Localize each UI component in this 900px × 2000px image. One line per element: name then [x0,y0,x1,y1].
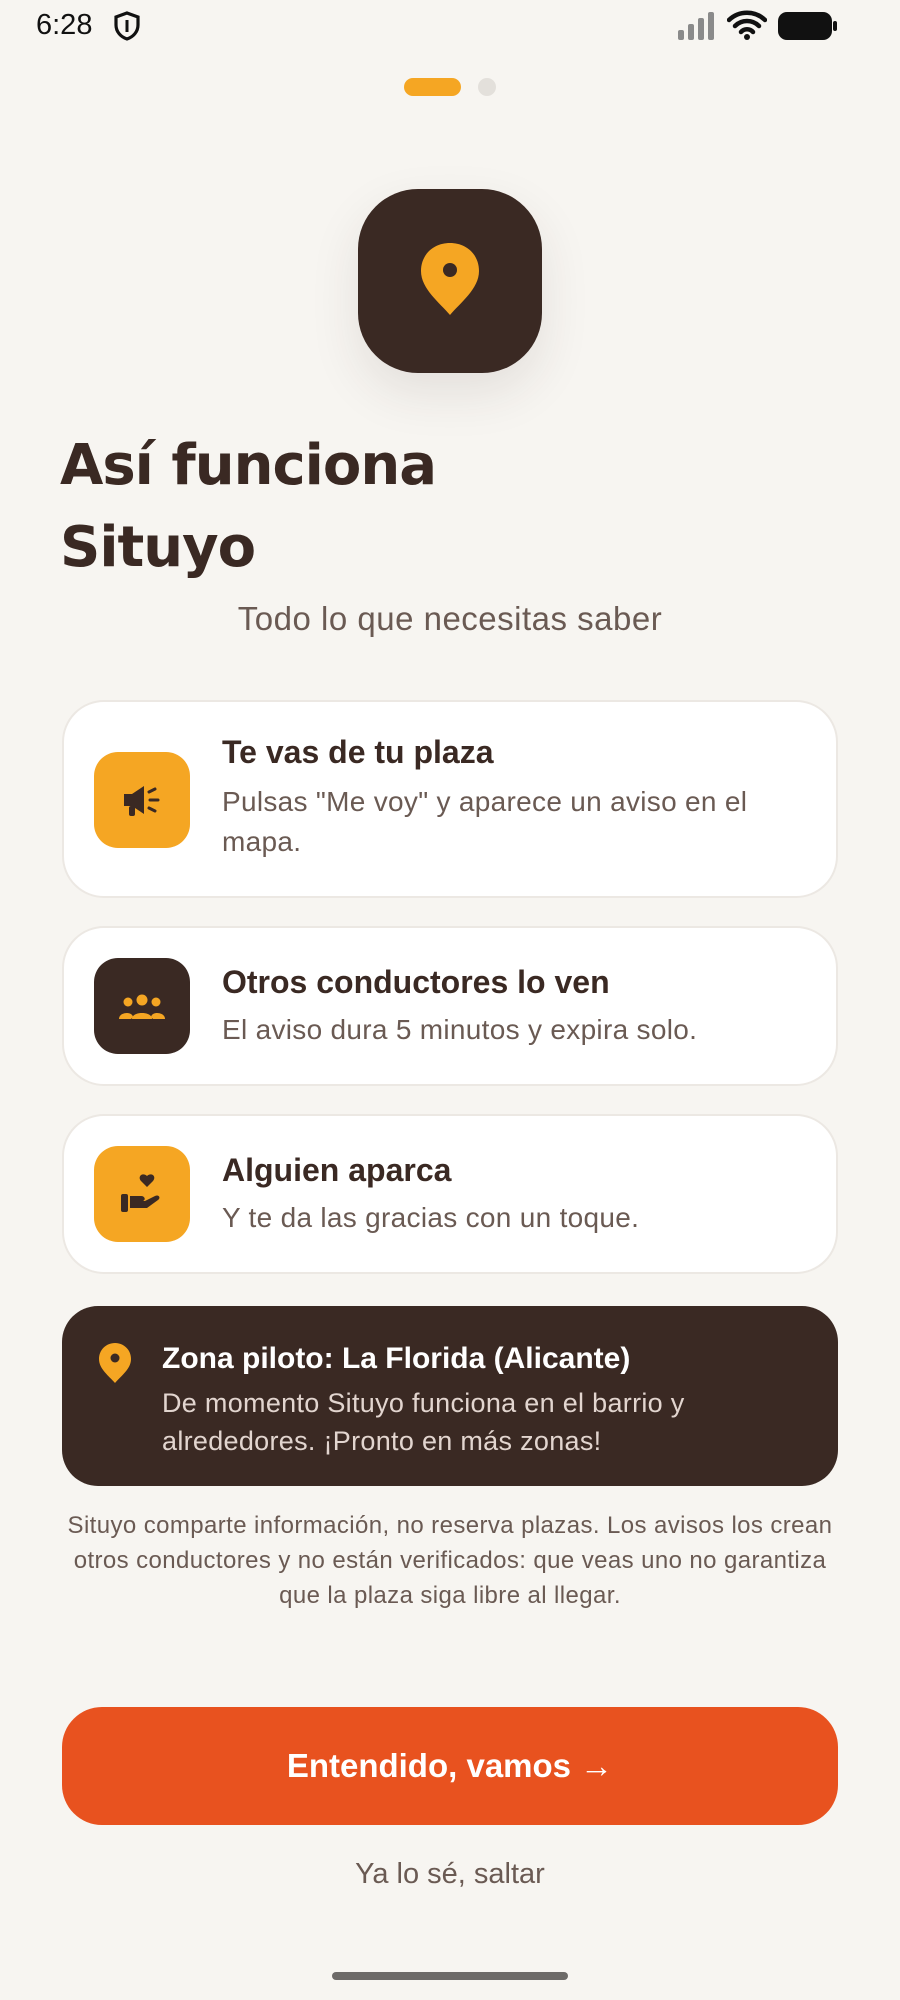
signal-icon [678,12,718,45]
step-title: Te vas de tu plaza [222,734,494,770]
megaphone-icon [94,752,190,848]
step-card-leave-spot: Te vas de tu plaza Pulsas "Me voy" y apa… [62,700,838,898]
location-pin-icon [418,241,482,322]
location-pin-icon [98,1342,132,1389]
step-card-someone-parks: Alguien aparca Y te da las gracias con u… [62,1114,838,1274]
page-indicator [0,78,900,98]
pilot-zone-banner: Zona piloto: La Florida (Alicante) De mo… [62,1306,838,1486]
disclaimer-text: Situyo comparte información, no reserva … [67,1512,833,1609]
hero-badge [358,189,542,373]
step-title: Otros conductores lo ven [222,964,610,1000]
pilot-zone-text: De momento Situyo funciona en el barrio … [162,1388,685,1456]
skip-link[interactable]: Ya lo sé, saltar [0,1858,900,1891]
page-dot-active [404,78,461,96]
status-bar: 6:28 [0,0,900,52]
step-description: Pulsas "Me voy" y aparece un aviso en el… [222,786,748,857]
pilot-zone-title: Zona piloto: La Florida (Alicante) [162,1342,631,1375]
page-title-line1: Así funciona [60,433,437,498]
status-time: 6:28 [36,9,93,41]
page-dot [478,78,496,96]
page-title: Así funciona Situyo [60,425,840,589]
battery-icon [778,12,838,45]
page-subtitle: Todo lo que necesitas saber [237,600,663,637]
step-card-drivers-see: Otros conductores lo ven El aviso dura 5… [62,926,838,1086]
step-description: Y te da las gracias con un toque. [222,1202,640,1233]
hand-heart-icon [94,1146,190,1242]
page-title-line2: Situyo [60,515,256,580]
continue-button[interactable]: Entendido, vamos → [62,1707,838,1825]
home-indicator[interactable] [332,1972,568,1980]
shield-icon [114,11,140,46]
people-group-icon [94,958,190,1054]
step-description: El aviso dura 5 minutos y expira solo. [222,1014,698,1045]
step-title: Alguien aparca [222,1152,452,1188]
wifi-icon [726,10,768,45]
